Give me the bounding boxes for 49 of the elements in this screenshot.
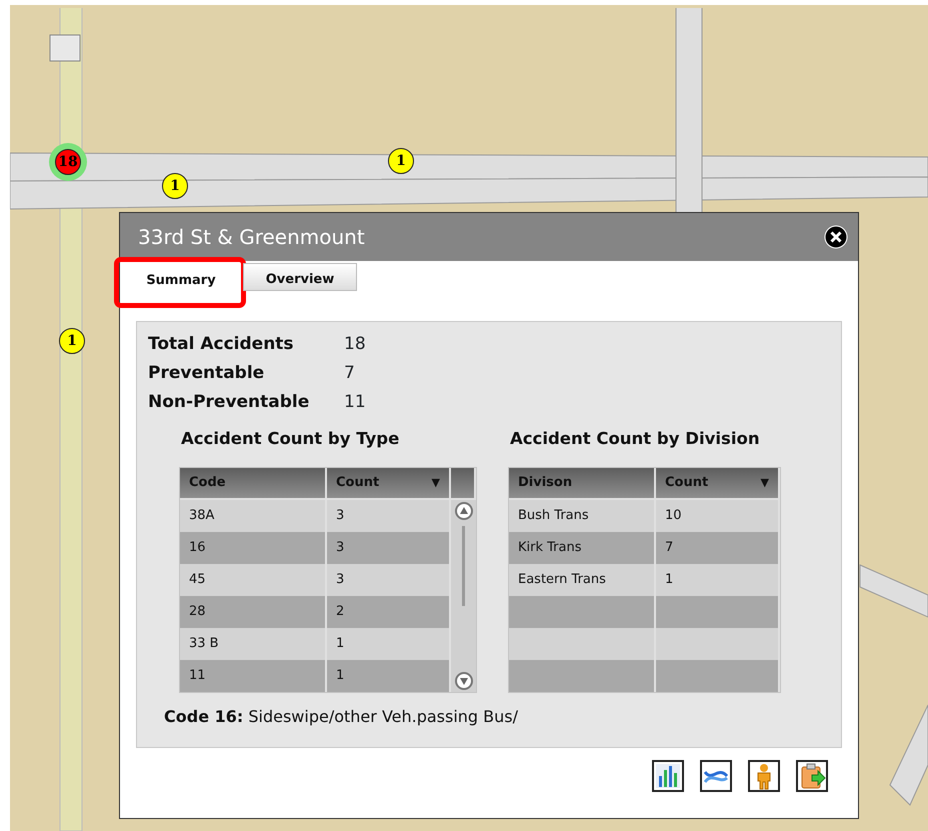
chart-button[interactable] [652, 760, 684, 792]
stat-value: 11 [344, 390, 366, 414]
table-cell: 1 [656, 564, 780, 596]
scroll-up-button[interactable] [454, 502, 472, 520]
scrollbar-thumb[interactable] [462, 526, 465, 606]
table-cell: 11 [180, 660, 327, 692]
stat-label: Preventable [148, 362, 266, 385]
table-cell: 38A [180, 500, 327, 532]
column-header[interactable]: Code [180, 468, 327, 500]
table-cell: 1 [327, 660, 451, 692]
table-cell: 3 [327, 532, 451, 564]
table-cell: 1 [327, 628, 451, 660]
column-header[interactable]: Divison [509, 468, 656, 500]
table-cell: 10 [656, 500, 780, 532]
person-button[interactable] [748, 760, 780, 792]
code-description: Code 16: Sideswipe/other Veh.passing Bus/ [164, 706, 520, 728]
header-label: Code [189, 474, 226, 492]
table-cell: 3 [327, 564, 451, 596]
stat-value: 7 [344, 362, 355, 385]
stat-label: Non-Preventable [148, 390, 310, 414]
sort-arrow[interactable]: ▼ [432, 474, 440, 492]
scroll-down-button[interactable] [454, 672, 472, 690]
header-label: Count [665, 474, 708, 492]
bar-chart-icon [654, 762, 682, 790]
table-cell: 3 [327, 500, 451, 532]
stat-value: 18 [344, 332, 366, 356]
table-cell: 7 [656, 532, 780, 564]
header-label: Count [336, 474, 380, 492]
stat-label: Total Accidents [148, 332, 295, 356]
table-cell: Bush Trans [509, 500, 656, 532]
table-cell: 2 [327, 596, 451, 628]
table-cell: 28 [180, 596, 327, 628]
table-cell: Kirk Trans [509, 532, 656, 564]
tab[interactable]: Overview [243, 263, 357, 291]
scrollbar[interactable] [451, 500, 476, 692]
export-button[interactable] [796, 760, 828, 792]
table-cell: Eastern Trans [509, 564, 656, 596]
table-cell: 16 [180, 532, 327, 564]
table-title: Accident Count by Type [181, 428, 400, 450]
table-cell: 33 B [180, 628, 327, 660]
header-label: Divison [518, 474, 572, 492]
route-button[interactable] [700, 760, 732, 792]
sort-arrow[interactable]: ▼ [760, 474, 769, 492]
column-header[interactable]: Count ▼ [327, 468, 451, 500]
close-button[interactable] [824, 225, 848, 249]
column-header[interactable]: Count ▼ [656, 468, 780, 500]
popup-title: 33rd St & Greenmount [138, 224, 365, 251]
table-title: Accident Count by Division [510, 428, 761, 450]
table-cell: 45 [180, 564, 327, 596]
